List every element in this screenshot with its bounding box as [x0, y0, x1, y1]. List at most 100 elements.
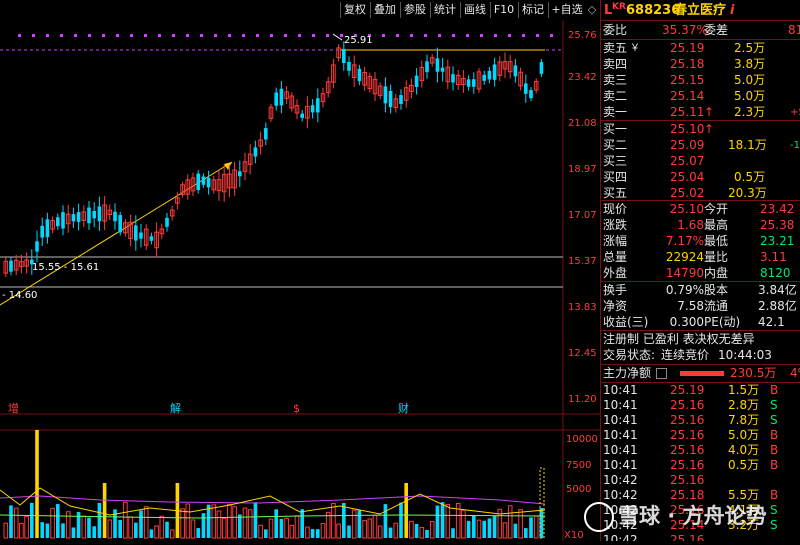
candle-body	[56, 217, 60, 227]
candle-body	[513, 65, 518, 77]
ask-price: 25.11	[670, 105, 705, 119]
event-marker[interactable]: $	[293, 402, 300, 415]
ask-row[interactable]: 卖五 ￥ 25.19 2.5万	[600, 40, 800, 57]
volume-bar	[357, 510, 362, 538]
holdings-button[interactable]: 参股	[400, 2, 429, 18]
weibi-value: 35.37%	[662, 23, 708, 37]
volume-bar	[310, 529, 315, 538]
volume-bar	[429, 520, 435, 539]
add-watchlist-button[interactable]: +自选	[548, 2, 585, 18]
signal-dot	[130, 34, 133, 37]
tick-row[interactable]: 10:41 25.16 7.8万 S	[600, 413, 800, 428]
volume-bar	[440, 502, 445, 538]
tick-row[interactable]: 10:41 25.16 5.0万 B	[600, 428, 800, 443]
candle-body	[196, 173, 200, 190]
tick-volume: 4.0万	[728, 443, 760, 457]
watermark-logo-icon	[584, 502, 614, 532]
volume-bar	[336, 523, 341, 539]
candle-body	[30, 259, 34, 265]
event-marker[interactable]: 增	[8, 401, 19, 415]
volume-bar	[221, 517, 227, 539]
expand-box-icon[interactable]	[656, 368, 667, 379]
volume-bar	[372, 514, 378, 539]
tick-row[interactable]: 10:42 25.16	[600, 473, 800, 488]
candle-body	[113, 211, 117, 222]
volume-bar	[13, 507, 19, 539]
bid-volume: 0.5万	[734, 170, 766, 184]
bid-row[interactable]: 买四 25.04 0.5万	[600, 169, 800, 186]
candle-body	[310, 105, 315, 113]
fuquan-button[interactable]: 复权	[340, 2, 369, 18]
volume-bar	[149, 529, 154, 538]
volume-bar	[102, 483, 107, 538]
candle-body	[165, 217, 169, 227]
ask-row[interactable]: 卖二 25.14 5.0万	[600, 88, 800, 105]
mark-button[interactable]: 标记	[518, 2, 547, 18]
event-marker[interactable]: 财	[398, 401, 409, 415]
settings-diamond-icon[interactable]: ◇	[586, 2, 598, 18]
volume-bar	[232, 506, 237, 539]
signal-dot	[480, 34, 483, 37]
volume-bar	[139, 510, 143, 538]
volume-bar	[19, 522, 24, 539]
stat-value: 0.300	[669, 315, 704, 329]
ask-row[interactable]: 卖一25.11↑2.3万+5	[600, 104, 800, 121]
event-marker[interactable]: 解	[170, 401, 181, 415]
bid-row[interactable]: 买二 25.09 18.1万 -1	[600, 137, 800, 154]
tick-price: 25.16	[670, 458, 705, 472]
volume-bar	[284, 517, 289, 539]
volume-bar	[40, 522, 44, 538]
tick-volume: 2.8万	[728, 398, 760, 412]
ask-row[interactable]: 卖四 25.18 3.8万	[600, 56, 800, 73]
main-flow-row[interactable]: 主力净额 230.5万 4%	[600, 365, 800, 382]
tick-row[interactable]: 10:41 25.19 1.5万 B	[600, 383, 800, 398]
bid-row[interactable]: 买三 25.07	[600, 153, 800, 170]
volume-bar	[316, 529, 320, 538]
stat-value: 3.84亿	[758, 283, 797, 297]
tick-row[interactable]: 10:41 25.16 0.5万 B	[600, 458, 800, 473]
chart-toolbar: 复权 叠加 参股 统计 画线 F10 标记 +自选 ◇	[340, 0, 600, 20]
volume-bar	[180, 508, 185, 539]
signal-dot	[550, 34, 553, 37]
volume-bar	[128, 516, 133, 539]
kline-chart[interactable]: 25.76 23.42 21.08 18.97 17.07 15.37 13.83 12.45…	[0, 0, 600, 541]
candle-body	[487, 70, 492, 80]
price-tick-label: 15.37	[568, 256, 597, 267]
bid-row[interactable]: 买一 25.10 ↑	[600, 121, 800, 138]
ask-row[interactable]: 卖三 25.15 5.0万	[600, 72, 800, 89]
signal-dot	[116, 34, 119, 37]
signal-dot	[312, 34, 315, 37]
low-price-label: - 14.60	[2, 290, 37, 301]
draw-line-button[interactable]: 画线	[460, 2, 489, 18]
stats-button[interactable]: 统计	[430, 2, 459, 18]
volume-bar	[211, 504, 217, 539]
weicha-value: 81	[788, 23, 800, 37]
kline-svg[interactable]: 25.76 23.42 21.08 18.97 17.07 15.37 13.83 12.45…	[0, 0, 600, 541]
stat-row: 涨跌 1.68 最高 25.38	[603, 218, 795, 232]
tick-direction: S	[770, 413, 778, 427]
volume-bar	[227, 503, 232, 539]
tick-row[interactable]: 10:41 25.16 4.0万 B	[600, 443, 800, 458]
candle-body	[40, 225, 44, 238]
volume-bar	[159, 515, 165, 539]
f10-button[interactable]: F10	[490, 2, 517, 18]
candle-body	[134, 225, 138, 241]
candle-body	[524, 83, 528, 94]
info-icon[interactable]: i	[730, 2, 734, 20]
bid-price: 25.04	[670, 170, 705, 184]
tick-price: 25.16	[670, 398, 705, 412]
candle-body	[435, 58, 440, 72]
tick-row[interactable]: 10:41 25.16 2.8万 S	[600, 398, 800, 413]
candle-body	[492, 64, 497, 80]
volume-bar	[529, 517, 533, 538]
tick-price: 25.19	[670, 383, 705, 397]
signal-dot	[60, 34, 63, 37]
stat-value: 0.79%	[665, 283, 704, 297]
market-sup: KR	[612, 2, 626, 12]
tick-row[interactable]: 10:42 25.16	[600, 533, 800, 541]
candle-body	[451, 74, 455, 83]
candle-body	[206, 178, 211, 188]
trade-state-row: 交易状态: 连续竞价 10:44:03	[603, 348, 772, 362]
candle-body	[316, 98, 320, 113]
overlay-button[interactable]: 叠加	[370, 2, 399, 18]
